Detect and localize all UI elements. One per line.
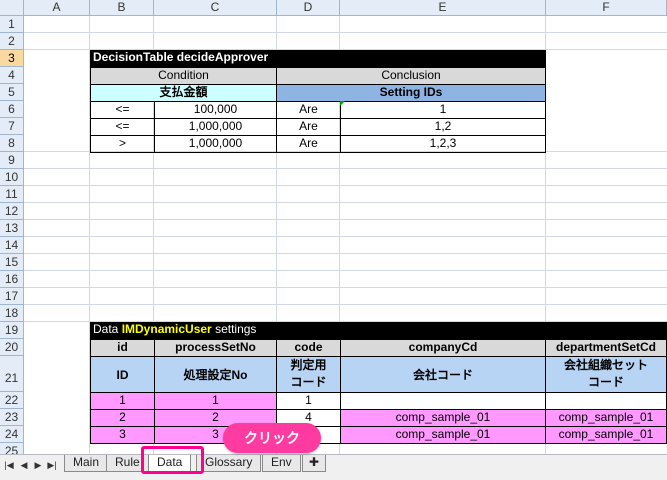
gridline xyxy=(24,304,667,305)
row-header[interactable]: 7 xyxy=(0,118,24,135)
data-cell-companycd[interactable] xyxy=(340,392,546,410)
data-header-code[interactable]: code xyxy=(276,339,341,357)
decision-are-cell[interactable]: Are xyxy=(276,118,341,136)
data-cell-departmentsetcd[interactable] xyxy=(545,392,667,410)
field-header-setting-ids[interactable]: Setting IDs xyxy=(276,84,546,102)
decision-ids-cell[interactable]: 1,2,3 xyxy=(340,135,546,153)
data-cell-id[interactable]: 3 xyxy=(90,426,155,444)
decision-ids-cell[interactable]: 1,2 xyxy=(340,118,546,136)
last-sheet-icon[interactable]: ▶| xyxy=(47,460,57,471)
row-header[interactable]: 15 xyxy=(0,254,24,271)
data-title-suffix: settings xyxy=(211,322,257,336)
row-header[interactable]: 5 xyxy=(0,84,24,101)
select-all-corner[interactable] xyxy=(0,0,24,16)
row-header[interactable]: 1 xyxy=(0,16,24,33)
data-header-companycd[interactable]: companyCd xyxy=(340,339,546,357)
condition-header[interactable]: Condition xyxy=(90,67,277,85)
row-header[interactable]: 9 xyxy=(0,152,24,169)
data-jp-header-companycd[interactable]: 会社コード xyxy=(340,356,546,393)
decision-operator-cell[interactable]: <= xyxy=(90,101,155,119)
row-header[interactable]: 6 xyxy=(0,101,24,118)
row-header[interactable]: 4 xyxy=(0,67,24,84)
gridline xyxy=(24,253,667,254)
column-header-e[interactable]: E xyxy=(340,0,546,16)
column-header-f[interactable]: F xyxy=(546,0,667,16)
data-cell-id[interactable]: 1 xyxy=(90,392,155,410)
data-jp-header-code[interactable]: 判定用 コード xyxy=(276,356,341,393)
comment-indicator xyxy=(340,101,345,106)
prev-sheet-icon[interactable]: ◀ xyxy=(19,460,29,471)
data-cell-companycd[interactable]: comp_sample_01 xyxy=(340,426,546,444)
data-jp-header-processsetno[interactable]: 処理設定No xyxy=(154,356,277,393)
row-header[interactable]: 10 xyxy=(0,169,24,186)
row-header[interactable]: 2 xyxy=(0,33,24,50)
row-header[interactable]: 14 xyxy=(0,237,24,254)
decision-amount-cell[interactable]: 1,000,000 xyxy=(154,118,277,136)
gridline xyxy=(24,185,667,186)
first-sheet-icon[interactable]: |◀ xyxy=(4,460,14,471)
field-header-payment-amount[interactable]: 支払金額 xyxy=(90,84,277,102)
next-sheet-icon[interactable]: ▶ xyxy=(33,460,43,471)
gridline xyxy=(24,202,667,203)
data-header-departmentsetcd[interactable]: departmentSetCd xyxy=(545,339,667,357)
data-table-title[interactable]: Data IMDynamicUser settings xyxy=(90,322,667,340)
column-header-c[interactable]: C xyxy=(154,0,277,16)
data-title-name: IMDynamicUser xyxy=(121,322,212,336)
gridline xyxy=(24,219,667,220)
column-header-d[interactable]: D xyxy=(277,0,340,16)
decision-operator-cell[interactable]: > xyxy=(90,135,155,153)
sheet-tab-bar: |◀ ◀ ▶ ▶| Main Rule Data Glossary Env ✚ xyxy=(0,454,667,480)
data-cell-departmentsetcd[interactable]: comp_sample_01 xyxy=(545,426,667,444)
row-header[interactable]: 24 xyxy=(0,426,24,443)
row-header[interactable]: 21 xyxy=(0,356,24,392)
row-header[interactable]: 18 xyxy=(0,305,24,322)
decision-table-title[interactable]: DecisionTable decideApprover xyxy=(90,50,546,67)
decision-ids-cell[interactable]: 1 xyxy=(340,101,546,119)
data-jp-header-id[interactable]: ID xyxy=(90,356,155,393)
row-header[interactable]: 25 xyxy=(0,443,24,454)
click-callout: クリック xyxy=(223,423,321,453)
gridline xyxy=(24,270,667,271)
row-header[interactable]: 3 xyxy=(0,50,24,67)
row-header[interactable]: 17 xyxy=(0,288,24,305)
conclusion-header[interactable]: Conclusion xyxy=(276,67,546,85)
sheet-tab-env[interactable]: Env xyxy=(262,455,301,472)
gridline xyxy=(24,32,667,33)
row-header[interactable]: 8 xyxy=(0,135,24,152)
data-cell-departmentsetcd[interactable]: comp_sample_01 xyxy=(545,409,667,427)
new-sheet-icon[interactable]: ✚ xyxy=(302,455,326,472)
data-cell-processsetno[interactable]: 1 xyxy=(154,392,277,410)
row-header[interactable]: 12 xyxy=(0,203,24,220)
data-title-prefix: Data xyxy=(93,322,122,336)
data-tab-highlight xyxy=(141,446,204,474)
column-header-a[interactable]: A xyxy=(24,0,90,16)
row-header[interactable]: 23 xyxy=(0,409,24,426)
gridline xyxy=(24,236,667,237)
decision-operator-cell[interactable]: <= xyxy=(90,118,155,136)
row-header[interactable]: 11 xyxy=(0,186,24,203)
sheet-tab-main[interactable]: Main xyxy=(64,455,109,472)
sheet-tab-glossary[interactable]: Glossary xyxy=(196,455,262,472)
row-header[interactable]: 19 xyxy=(0,322,24,339)
data-header-id[interactable]: id xyxy=(90,339,155,357)
spreadsheet-grid[interactable]: A B C D E F 1 2 3 4 5 6 7 8 9 10 11 12 1… xyxy=(0,0,667,454)
decision-are-cell[interactable]: Are xyxy=(276,101,341,119)
decision-amount-cell[interactable]: 1,000,000 xyxy=(154,135,277,153)
row-header[interactable]: 16 xyxy=(0,271,24,288)
decision-amount-cell[interactable]: 100,000 xyxy=(154,101,277,119)
column-header-b[interactable]: B xyxy=(90,0,154,16)
data-jp-header-departmentsetcd[interactable]: 会社組織セット コード xyxy=(545,356,667,393)
data-header-processsetno[interactable]: processSetNo xyxy=(154,339,277,357)
data-cell-code[interactable]: 1 xyxy=(276,392,341,410)
row-header[interactable]: 13 xyxy=(0,220,24,237)
gridline xyxy=(24,287,667,288)
row-header[interactable]: 20 xyxy=(0,339,24,356)
decision-are-cell[interactable]: Are xyxy=(276,135,341,153)
gridline xyxy=(24,168,667,169)
row-header[interactable]: 22 xyxy=(0,392,24,409)
data-cell-companycd[interactable]: comp_sample_01 xyxy=(340,409,546,427)
data-cell-id[interactable]: 2 xyxy=(90,409,155,427)
